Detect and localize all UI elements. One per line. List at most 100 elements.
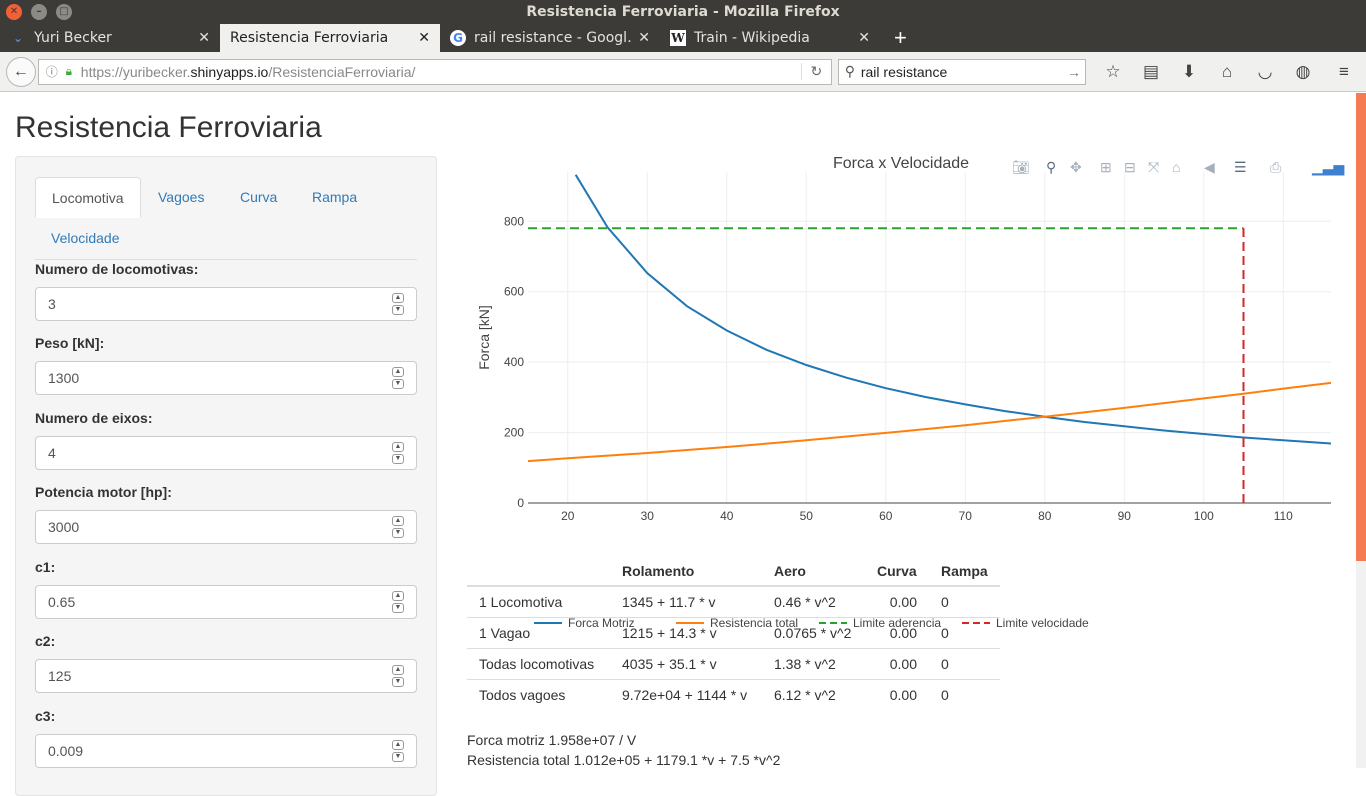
- table-cell: 0.00: [865, 585, 929, 617]
- reading-list-icon[interactable]: ▤: [1132, 62, 1170, 82]
- table-cell: 0.46 * v^2: [762, 585, 865, 617]
- info-icon[interactable]: ⓘ: [43, 63, 61, 80]
- bookmark-star-icon[interactable]: ☆: [1094, 62, 1132, 82]
- table-row: Todos vagoes 9.72e+04 + 1144 * v 6.12 * …: [467, 678, 1000, 710]
- x-tick-label: 70: [959, 509, 973, 523]
- table-cell: 1 Locomotiva: [467, 585, 610, 617]
- new-tab-button[interactable]: +: [880, 24, 921, 52]
- browser-tab[interactable]: W Train - Wikipedia ✕: [660, 24, 880, 52]
- url-path: /ResistenciaFerroviaria/: [268, 63, 416, 80]
- x-tick-label: 30: [641, 509, 655, 523]
- tab-close-icon[interactable]: ✕: [638, 30, 650, 46]
- tab-close-icon[interactable]: ✕: [198, 30, 210, 46]
- back-button[interactable]: ←: [6, 56, 36, 87]
- header-empty: [467, 559, 610, 587]
- chevron-up-icon[interactable]: ▲: [392, 293, 404, 303]
- input-sidebar: Locomotiva Vagoes Curva Rampa Velocidade…: [15, 156, 437, 796]
- numero-eixos-input[interactable]: 4 ▲ ▼: [35, 436, 417, 470]
- number-stepper[interactable]: ▲ ▼: [392, 740, 404, 762]
- search-bar[interactable]: ⚲ rail resistance →: [837, 58, 1087, 85]
- chevron-down-icon[interactable]: ▼: [392, 528, 404, 538]
- page-scrollbar[interactable]: [1356, 93, 1366, 768]
- search-icon: ⚲: [844, 63, 855, 79]
- peso-input[interactable]: 1300 ▲ ▼: [35, 361, 417, 395]
- input-tabs: Locomotiva Vagoes Curva Rampa Velocidade: [35, 177, 417, 260]
- table-cell: Todas locomotivas: [467, 647, 610, 679]
- browser-tab[interactable]: G rail resistance - Googl… ✕: [440, 24, 660, 52]
- download-icon[interactable]: ⬇: [1170, 62, 1208, 82]
- tab-label: Resistencia Ferroviaria: [230, 30, 389, 46]
- tab-locomotiva[interactable]: Locomotiva: [35, 177, 141, 218]
- url-prefix: https://yuribecker.: [80, 63, 191, 80]
- x-tick-label: 90: [1118, 509, 1132, 523]
- arrow-right-icon[interactable]: →: [1067, 64, 1085, 80]
- chevron-up-icon[interactable]: ▲: [392, 591, 404, 601]
- c1-input[interactable]: 0.65 ▲ ▼: [35, 585, 417, 619]
- header-rampa: Rampa: [929, 559, 1000, 587]
- url-bar[interactable]: ⓘ 🔒︎ https://yuribecker.shinyapps.io/Res…: [37, 58, 832, 85]
- tab-label: Train - Wikipedia: [694, 30, 810, 46]
- input-value: 125: [48, 668, 72, 684]
- chevron-down-icon[interactable]: ▼: [392, 752, 404, 762]
- potencia-motor-input[interactable]: 3000 ▲ ▼: [35, 510, 417, 544]
- table-cell: 0: [929, 616, 1000, 648]
- tab-vagoes[interactable]: Vagoes: [142, 177, 220, 218]
- number-stepper[interactable]: ▲ ▼: [392, 591, 404, 613]
- chevron-down-icon[interactable]: ▼: [392, 379, 404, 389]
- window-close-icon[interactable]: ✕: [6, 4, 22, 20]
- chevron-down-icon[interactable]: ▼: [392, 603, 404, 613]
- number-stepper[interactable]: ▲ ▼: [392, 367, 404, 389]
- tab-velocidade[interactable]: Velocidade: [35, 218, 136, 259]
- table-cell: 1345 + 11.7 * v: [610, 585, 762, 617]
- table-cell: 1 Vagao: [467, 616, 610, 648]
- numero-locomotivas-input[interactable]: 3 ▲ ▼: [35, 287, 417, 321]
- browser-tab[interactable]: ⌄ Yuri Becker ✕: [0, 24, 220, 52]
- tab-close-icon[interactable]: ✕: [858, 30, 870, 46]
- table-cell: 0: [929, 647, 1000, 679]
- table-row: 1 Locomotiva 1345 + 11.7 * v 0.46 * v^2 …: [467, 585, 1000, 617]
- chevron-up-icon[interactable]: ▲: [392, 740, 404, 750]
- table-cell: 0.00: [865, 647, 929, 679]
- chevron-up-icon[interactable]: ▲: [392, 516, 404, 526]
- menu-icon[interactable]: ≡: [1322, 62, 1366, 82]
- table-cell: 0: [929, 585, 1000, 617]
- tab-close-icon[interactable]: ✕: [418, 30, 430, 46]
- reload-icon[interactable]: ↻: [800, 63, 831, 80]
- number-stepper[interactable]: ▲ ▼: [392, 293, 404, 315]
- browser-tab-active[interactable]: Resistencia Ferroviaria ✕: [220, 24, 440, 52]
- scrollbar-thumb[interactable]: [1356, 93, 1366, 561]
- window-maximize-icon[interactable]: □: [56, 4, 72, 20]
- c2-input[interactable]: 125 ▲ ▼: [35, 659, 417, 693]
- field-label: Potencia motor [hp]:: [35, 484, 172, 500]
- number-stepper[interactable]: ▲ ▼: [392, 442, 404, 464]
- toolbar-icons: ☆ ▤ ⬇ ⌂ ◡ ◍ ≡: [1094, 62, 1366, 82]
- header-curva: Curva: [865, 559, 929, 587]
- chevron-down-icon[interactable]: ▼: [392, 677, 404, 687]
- c3-input[interactable]: 0.009 ▲ ▼: [35, 734, 417, 768]
- table-row: Todas locomotivas 4035 + 35.1 * v 1.38 *…: [467, 647, 1000, 679]
- tab-rampa[interactable]: Rampa: [296, 177, 373, 218]
- chevron-down-icon[interactable]: ▼: [392, 454, 404, 464]
- field-label: Peso [kN]:: [35, 335, 105, 351]
- number-stepper[interactable]: ▲ ▼: [392, 516, 404, 538]
- chevron-up-icon[interactable]: ▲: [392, 442, 404, 452]
- chevron-up-icon[interactable]: ▲: [392, 665, 404, 675]
- home-icon[interactable]: ⌂: [1208, 62, 1246, 82]
- tab-curva[interactable]: Curva: [224, 177, 293, 218]
- lock-icon[interactable]: 🔒︎: [61, 64, 77, 79]
- search-input[interactable]: rail resistance: [861, 64, 1067, 80]
- table-cell: Todos vagoes: [467, 678, 610, 710]
- chevron-up-icon[interactable]: ▲: [392, 367, 404, 377]
- input-value: 0.65: [48, 594, 76, 610]
- chevron-down-icon[interactable]: ▼: [392, 305, 404, 315]
- browser-navbar: ← ⓘ 🔒︎ https://yuribecker.shinyapps.io/R…: [0, 52, 1366, 92]
- pocket-icon[interactable]: ◡: [1246, 62, 1284, 82]
- number-stepper[interactable]: ▲ ▼: [392, 665, 404, 687]
- field-potencia-motor: Potencia motor [hp]: 3000 ▲ ▼: [35, 484, 417, 544]
- field-label: c1:: [35, 559, 56, 575]
- browser-tab-strip: ⌄ Yuri Becker ✕ Resistencia Ferroviaria …: [0, 24, 1366, 52]
- field-label: Numero de locomotivas:: [35, 261, 199, 277]
- url-text[interactable]: https://yuribecker.shinyapps.io/Resisten…: [81, 64, 801, 80]
- globe-icon[interactable]: ◍: [1284, 62, 1322, 82]
- window-minimize-icon[interactable]: –: [31, 4, 47, 20]
